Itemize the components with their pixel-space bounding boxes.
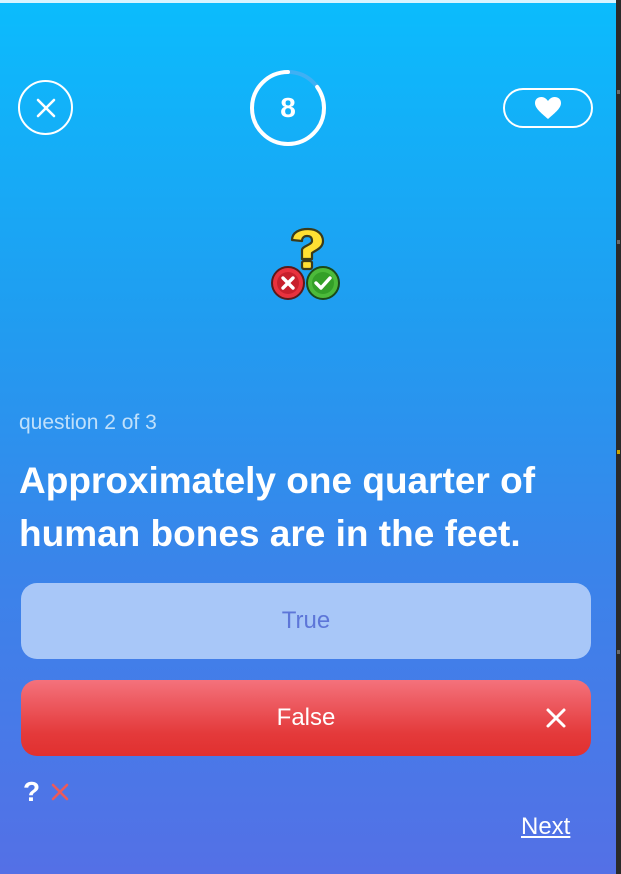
close-icon <box>36 98 55 117</box>
answer-false-button[interactable]: False <box>21 680 591 756</box>
question-counter: question 2 of 3 <box>19 411 157 434</box>
wrong-answer-icon <box>51 783 69 801</box>
timer-value: 8 <box>280 92 296 123</box>
answer-history: ? <box>23 776 70 808</box>
question-text: Approximately one quarter of human bones… <box>19 460 536 554</box>
answer-true-label: True <box>281 607 331 634</box>
answer-false-label: False <box>276 704 336 731</box>
close-button[interactable] <box>18 80 73 135</box>
countdown-timer: 8 <box>249 69 327 147</box>
quiz-true-false-icon <box>271 227 340 300</box>
next-link[interactable]: Next <box>521 813 570 841</box>
top-border <box>0 0 616 3</box>
window-edge <box>616 0 621 874</box>
lives-button[interactable] <box>503 88 593 128</box>
edge-marker <box>617 450 620 454</box>
answer-true-button[interactable]: True <box>21 583 591 659</box>
heart-icon <box>535 97 561 119</box>
edge-marker <box>617 90 620 94</box>
unanswered-mark: ? <box>23 776 41 807</box>
x-icon <box>546 708 566 728</box>
edge-marker <box>617 650 620 654</box>
edge-marker <box>617 240 620 244</box>
quiz-screen: 8 question 2 of 3 Approximately one quar… <box>0 0 616 874</box>
